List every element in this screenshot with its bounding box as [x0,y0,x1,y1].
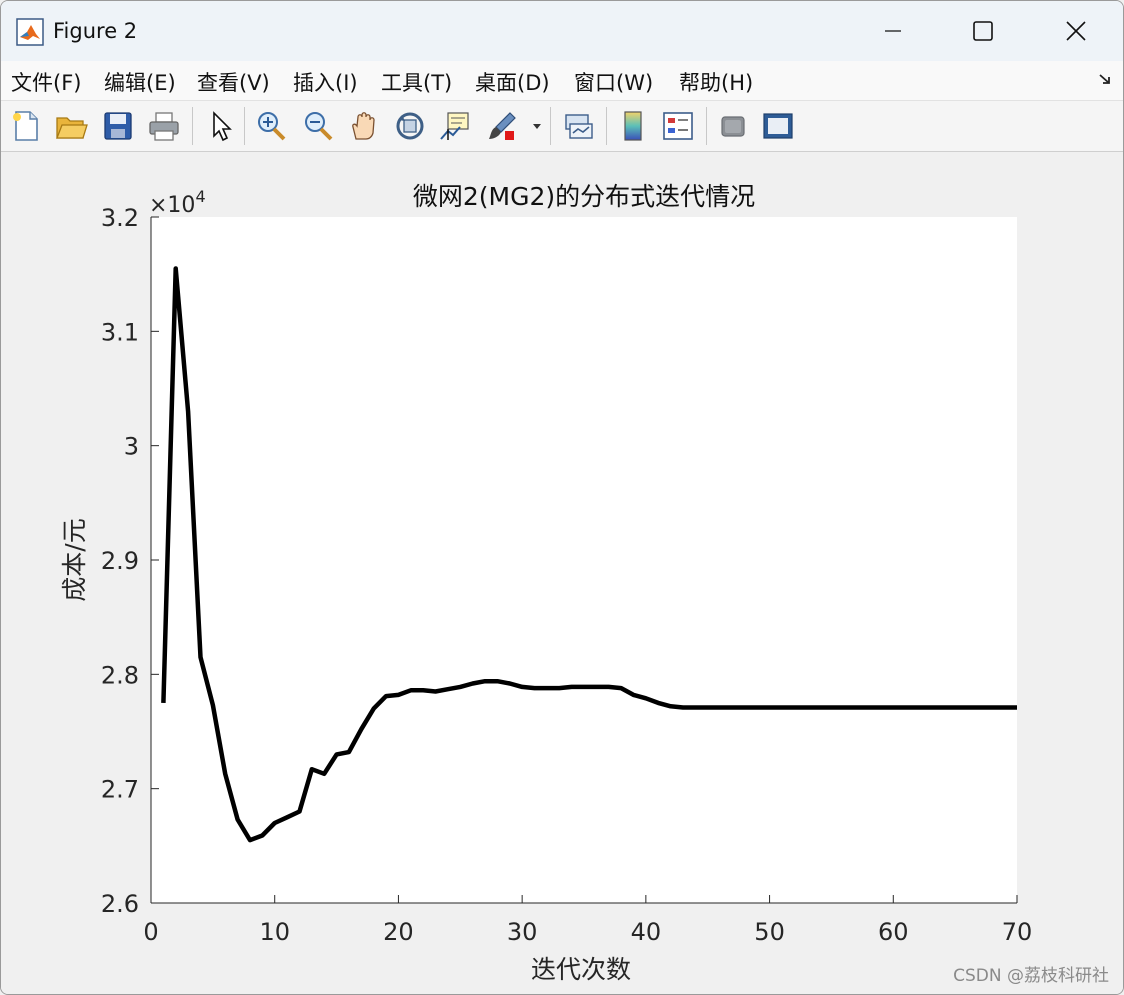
maximize-button[interactable] [953,11,1013,51]
toolbar-separator [606,107,607,145]
toolbar-separator [192,107,193,145]
window-title: Figure 2 [53,19,138,43]
minimize-icon [885,30,901,32]
y-ticks: 2.6 2.7 2.8 2.9 3 3.1 3.2 [101,204,159,918]
pointer-icon[interactable] [204,109,238,143]
zoom-in-icon[interactable] [254,109,288,143]
menu-tools[interactable]: 工具(T) [381,67,452,97]
menu-window[interactable]: 窗口(W) [574,67,653,97]
figure-window: Figure 2 文件(F) 编辑(E) 查看(V) 插入(I) 工具(T) 桌… [0,0,1124,995]
pan-hand-icon[interactable] [347,109,381,143]
x-tick-label: 50 [754,918,785,946]
title-bar: Figure 2 [1,1,1123,61]
watermark: CSDN @荔枝科研社 [953,966,1109,986]
x-tick-label: 40 [631,918,662,946]
dock-arrow-icon[interactable] [1097,71,1113,87]
x-tick-label: 60 [878,918,909,946]
y-tick-label: 3.2 [101,204,139,232]
menu-view[interactable]: 查看(V) [197,67,270,97]
toolbar-separator [550,107,551,145]
menu-insert[interactable]: 插入(I) [293,67,358,97]
y-tick-label: 2.8 [101,661,139,689]
new-figure-icon[interactable] [9,109,43,143]
y-tick-label: 3.1 [101,318,139,346]
figure-area: 0 10 20 30 40 50 60 70 2.6 2.7 2.8 2.9 3 3.1 3.2 微网2(… [1,152,1123,994]
toolbar-separator [706,107,707,145]
menu-edit[interactable]: 编辑(E) [104,67,176,97]
zoom-out-icon[interactable] [301,109,335,143]
y-tick-label: 2.7 [101,776,139,804]
rotate-3d-icon[interactable] [393,109,427,143]
chart-title: 微网2(MG2)的分布式迭代情况 [413,182,755,211]
toolbar-separator [244,107,245,145]
line-chart: 0 10 20 30 40 50 60 70 2.6 2.7 2.8 2.9 3 3.1 3.2 微网2(… [60,182,1033,984]
y-axis-label: 成本/元 [60,518,89,601]
menu-file[interactable]: 文件(F) [11,67,81,97]
x-tick-label: 0 [143,918,158,946]
brush-icon[interactable] [485,109,519,143]
x-tick-label: 10 [259,918,290,946]
dropdown-arrow-icon[interactable] [529,109,545,143]
x-axis-label: 迭代次数 [531,955,631,984]
matlab-logo-icon [16,18,44,46]
menu-help[interactable]: 帮助(H) [679,67,753,97]
x-tick-label: 20 [383,918,414,946]
legend-icon[interactable] [661,109,695,143]
menu-desktop[interactable]: 桌面(D) [475,67,550,97]
y-tick-label: 3 [124,433,139,461]
maximize-icon [973,21,993,41]
menu-bar: 文件(F) 编辑(E) 查看(V) 插入(I) 工具(T) 桌面(D) 窗口(W… [1,61,1123,101]
close-button[interactable] [1046,11,1106,51]
link-plot-icon[interactable] [561,109,595,143]
y-exponent-label: ×104 [149,187,206,218]
y-tick-label: 2.6 [101,890,139,918]
show-plot-tools-icon[interactable] [761,109,795,143]
colorbar-icon[interactable] [616,109,650,143]
print-icon[interactable] [147,109,181,143]
close-icon [1066,21,1086,41]
toolbar [1,101,1123,152]
x-tick-label: 70 [1002,918,1033,946]
y-tick-label: 2.9 [101,547,139,575]
hide-plot-tools-icon[interactable] [716,109,750,143]
open-icon[interactable] [54,109,88,143]
save-icon[interactable] [101,109,135,143]
minimize-button[interactable] [863,11,923,51]
data-cursor-icon[interactable] [438,109,472,143]
plot-area [151,217,1017,903]
x-tick-label: 30 [507,918,538,946]
